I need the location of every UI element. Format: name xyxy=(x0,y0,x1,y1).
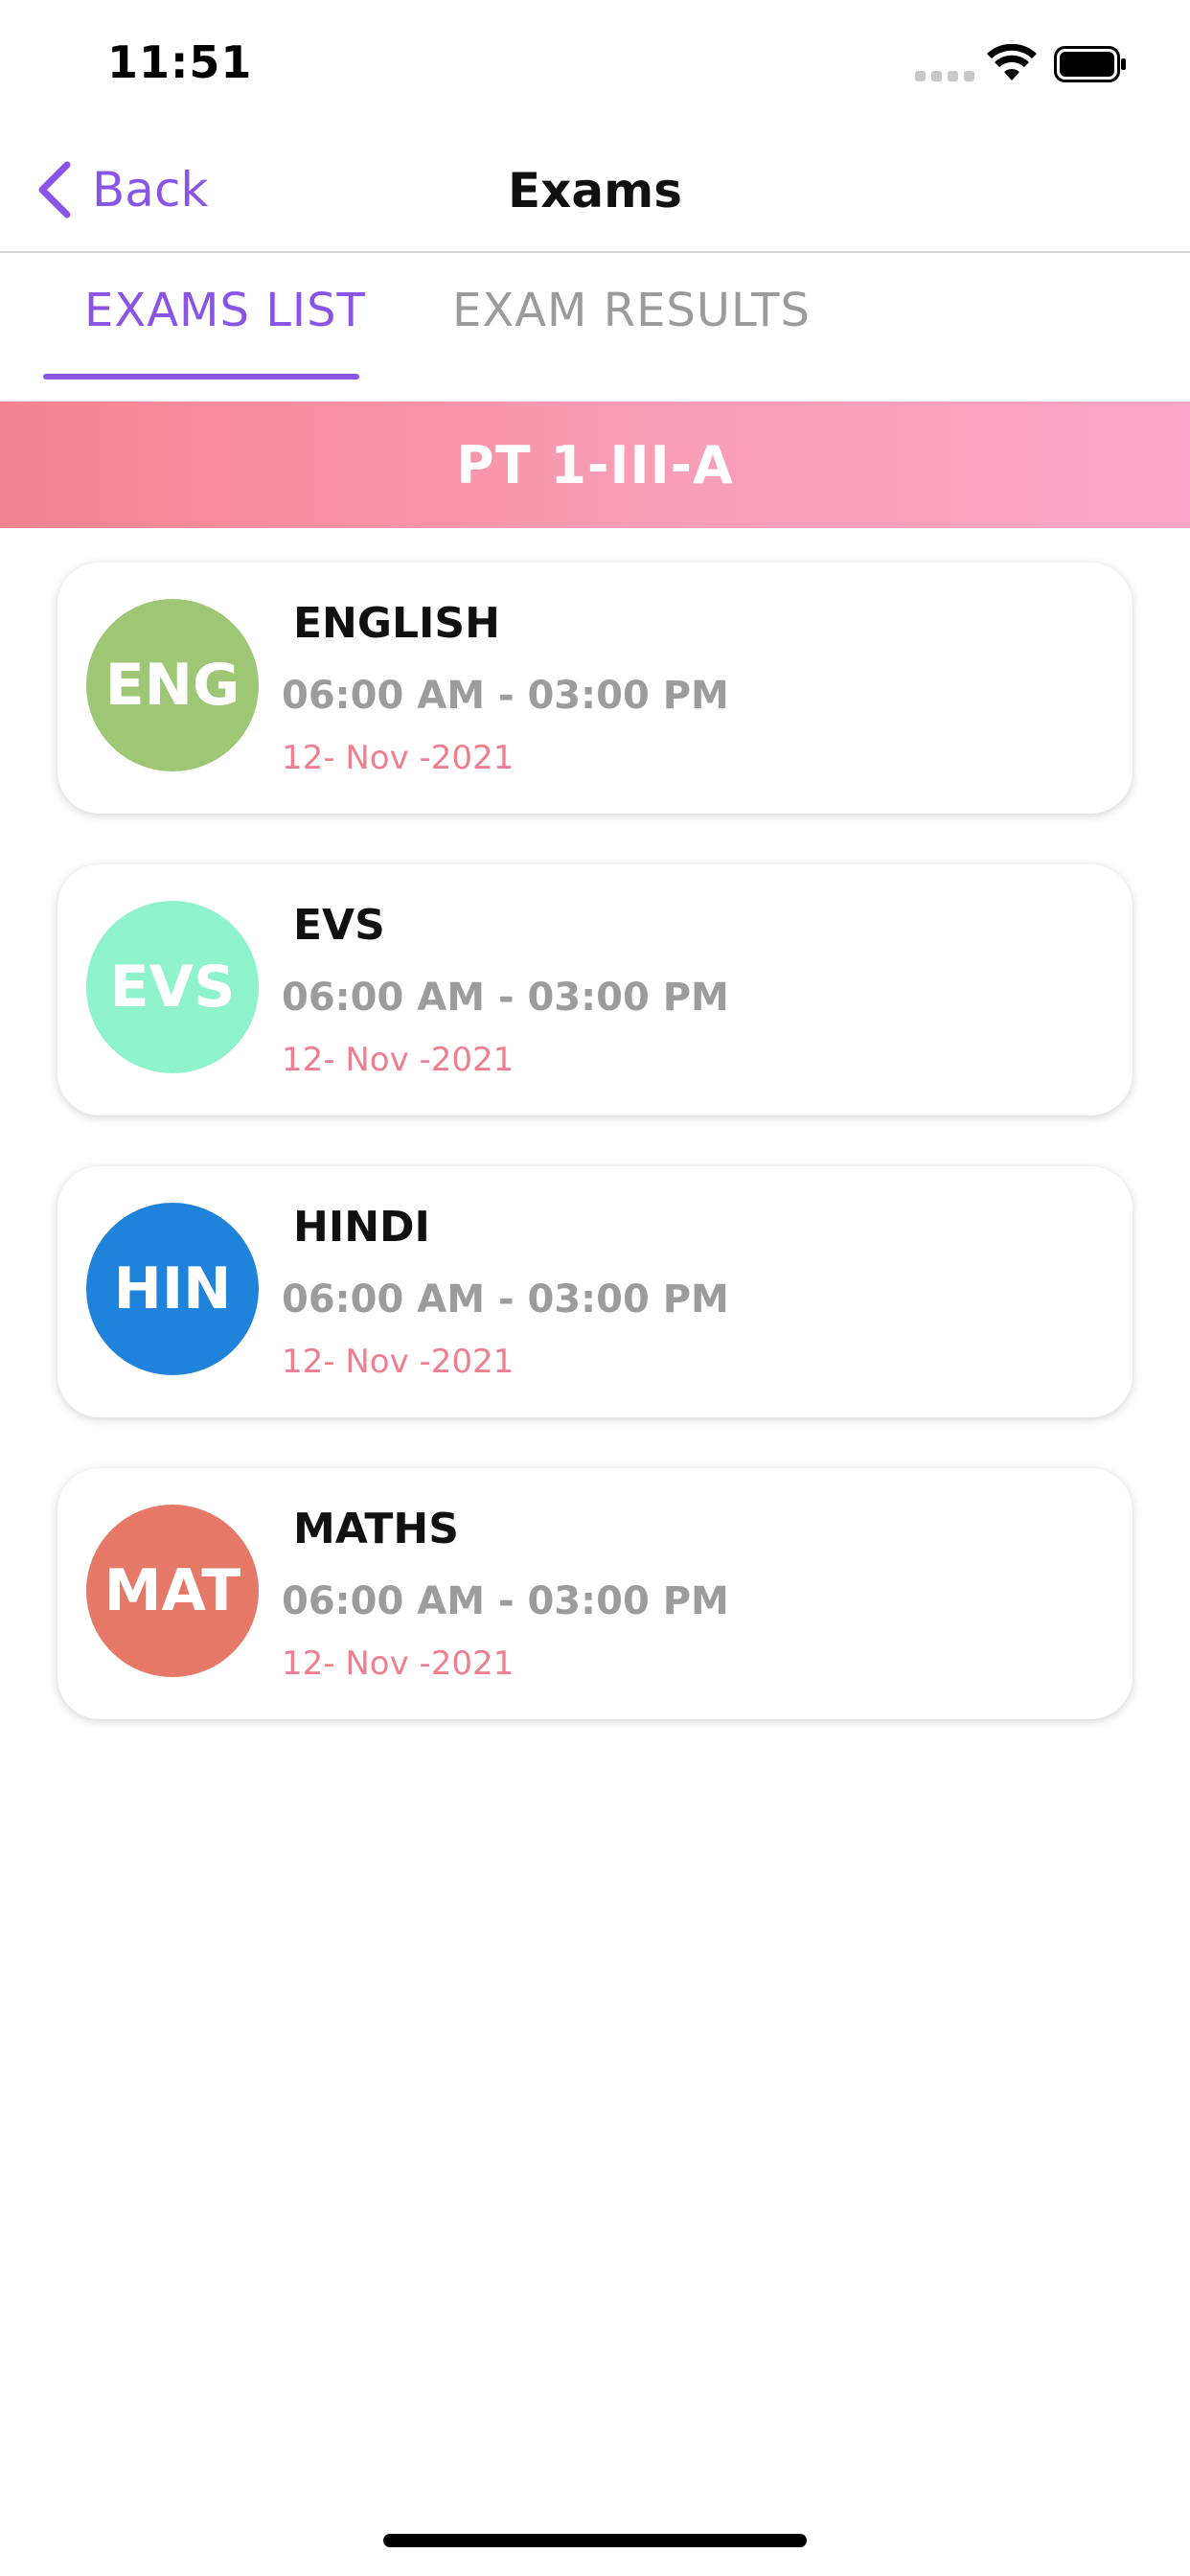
exam-date: 12- Nov -2021 xyxy=(282,1343,515,1381)
status-time: 11:51 xyxy=(107,36,253,88)
exam-card-english[interactable]: ENG ENGLISH 06:00 AM - 03:00 PM 12- Nov … xyxy=(57,563,1133,814)
section-banner: PT 1-III-A xyxy=(0,402,1190,528)
exam-time: 06:00 AM - 03:00 PM xyxy=(282,1579,729,1623)
tab-bar: EXAMS LIST EXAM RESULTS xyxy=(0,255,1190,402)
active-tab-indicator xyxy=(43,374,359,380)
exam-date: 12- Nov -2021 xyxy=(282,1041,515,1079)
section-title: PT 1-III-A xyxy=(456,434,734,495)
subject-abbreviation: ENG xyxy=(104,652,240,719)
navigation-bar: Back Exams xyxy=(0,126,1190,253)
exam-card-maths[interactable]: MAT MATHS 06:00 AM - 03:00 PM 12- Nov -2… xyxy=(57,1468,1133,1719)
exam-time: 06:00 AM - 03:00 PM xyxy=(282,976,729,1020)
exam-subject: EVS xyxy=(293,901,385,950)
exam-date: 12- Nov -2021 xyxy=(282,739,515,777)
status-bar: 11:51 xyxy=(0,0,1190,126)
exam-subject: HINDI xyxy=(293,1203,430,1252)
cellular-signal-icon xyxy=(915,71,974,81)
exam-card-hindi[interactable]: HIN HINDI 06:00 AM - 03:00 PM 12- Nov -2… xyxy=(57,1166,1133,1417)
subject-avatar: HIN xyxy=(86,1203,259,1375)
wifi-icon xyxy=(987,44,1037,80)
subject-abbreviation: MAT xyxy=(103,1557,241,1624)
page-title: Exams xyxy=(507,163,682,218)
exams-screen: 11:51 Back Exams EXAMS LIST EXAM RESULTS xyxy=(0,0,1190,2576)
subject-avatar: EVS xyxy=(86,901,259,1073)
exam-time: 06:00 AM - 03:00 PM xyxy=(282,1277,729,1322)
subject-abbreviation: HIN xyxy=(113,1255,232,1322)
exam-date: 12- Nov -2021 xyxy=(282,1644,515,1683)
subject-avatar: ENG xyxy=(86,599,259,771)
battery-icon xyxy=(1054,46,1126,82)
exam-time: 06:00 AM - 03:00 PM xyxy=(282,674,729,718)
tab-exam-results[interactable]: EXAM RESULTS xyxy=(452,284,811,337)
subject-avatar: MAT xyxy=(86,1505,259,1677)
exam-subject: ENGLISH xyxy=(293,599,500,648)
tab-exams-list[interactable]: EXAMS LIST xyxy=(84,284,366,337)
subject-abbreviation: EVS xyxy=(109,954,236,1021)
home-indicator[interactable] xyxy=(383,2534,807,2547)
exam-subject: MATHS xyxy=(293,1505,459,1553)
exam-card-evs[interactable]: EVS EVS 06:00 AM - 03:00 PM 12- Nov -202… xyxy=(57,864,1133,1116)
